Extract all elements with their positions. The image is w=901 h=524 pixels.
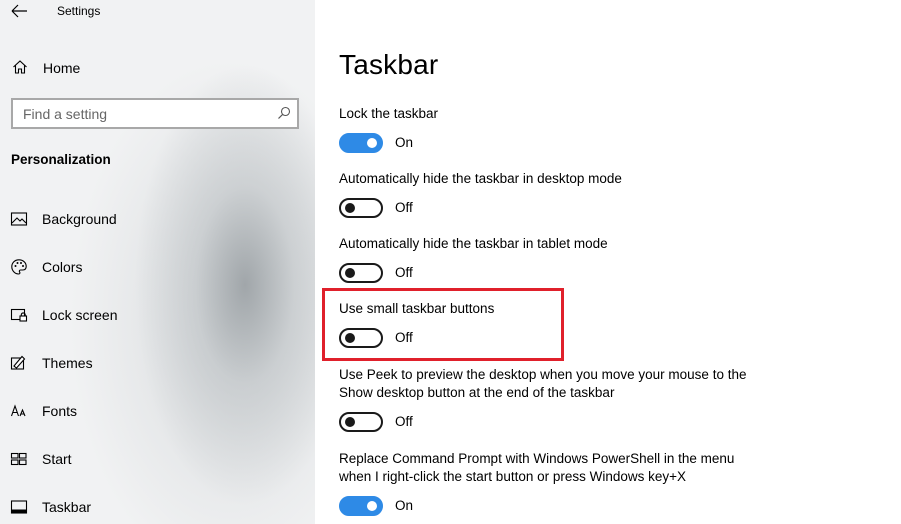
setting-powershell: Replace Command Prompt with Windows Powe… bbox=[339, 450, 779, 516]
autohide-tablet-toggle[interactable]: Off bbox=[339, 263, 539, 283]
sidebar-item-label: Start bbox=[42, 451, 72, 467]
toggle-state-label: Off bbox=[395, 414, 413, 429]
setting-label: Lock the taskbar bbox=[339, 106, 439, 121]
sidebar-item-colors[interactable]: Colors bbox=[0, 254, 315, 280]
back-button[interactable] bbox=[10, 3, 30, 19]
app-title: Settings bbox=[57, 4, 101, 18]
toggle-knob bbox=[367, 138, 377, 148]
page-title: Taskbar bbox=[339, 49, 439, 80]
sidebar-item-label: Fonts bbox=[42, 403, 78, 419]
highlight-box bbox=[322, 288, 564, 361]
toggle-knob bbox=[345, 333, 355, 343]
taskbar-icon bbox=[10, 498, 28, 516]
toggle-switch[interactable] bbox=[339, 328, 383, 348]
toggle-state-label: On bbox=[395, 498, 414, 513]
sidebar-item-label: Colors bbox=[42, 259, 83, 275]
toggle-state-label: Off bbox=[395, 330, 413, 345]
lock-taskbar-toggle[interactable]: On bbox=[339, 133, 539, 153]
toggle-knob bbox=[345, 417, 355, 427]
toggle-state-label: Off bbox=[395, 265, 413, 280]
setting-label: Automatically hide the taskbar in deskto… bbox=[339, 171, 622, 186]
nav-home[interactable]: Home bbox=[0, 56, 315, 80]
search-box bbox=[11, 98, 299, 129]
setting-autohide-tablet: Automatically hide the taskbar in tablet… bbox=[339, 235, 779, 283]
themes-icon bbox=[10, 354, 28, 372]
toggle-state-label: On bbox=[395, 135, 414, 150]
toggle-switch[interactable] bbox=[339, 133, 383, 153]
toggle-knob bbox=[345, 268, 355, 278]
home-label: Home bbox=[43, 60, 81, 76]
lock-screen-icon bbox=[10, 306, 28, 324]
toggle-state-label: Off bbox=[395, 200, 413, 215]
search-input[interactable] bbox=[13, 100, 269, 127]
setting-label-line2: when I right-click the start button or p… bbox=[339, 469, 687, 484]
sidebar-item-lock-screen[interactable]: Lock screen bbox=[0, 302, 315, 328]
sidebar-item-start[interactable]: Start bbox=[0, 446, 315, 472]
sidebar-item-themes[interactable]: Themes bbox=[0, 350, 315, 376]
peek-toggle[interactable]: Off bbox=[339, 412, 539, 432]
sidebar: Settings Home Personalization Background bbox=[0, 0, 315, 524]
main-content: Taskbar Lock the taskbar On Automaticall… bbox=[315, 0, 901, 524]
sidebar-item-label: Lock screen bbox=[42, 307, 118, 323]
sidebar-item-taskbar[interactable]: Taskbar bbox=[0, 494, 315, 520]
setting-label-line2: Show desktop button at the end of the ta… bbox=[339, 385, 615, 400]
sidebar-item-label: Background bbox=[42, 211, 117, 227]
back-arrow-icon bbox=[11, 4, 27, 18]
autohide-desktop-toggle[interactable]: Off bbox=[339, 198, 539, 218]
setting-autohide-desktop: Automatically hide the taskbar in deskto… bbox=[339, 170, 779, 218]
toggle-switch[interactable] bbox=[339, 496, 383, 516]
setting-small-buttons: Use small taskbar buttons Off bbox=[339, 300, 779, 348]
start-icon bbox=[10, 450, 28, 468]
setting-label-line1: Use Peek to preview the desktop when you… bbox=[339, 367, 747, 382]
toggle-knob bbox=[367, 501, 377, 511]
toggle-knob bbox=[345, 203, 355, 213]
sidebar-item-background[interactable]: Background bbox=[0, 206, 315, 232]
small-buttons-toggle[interactable]: Off bbox=[339, 328, 539, 348]
toggle-switch[interactable] bbox=[339, 263, 383, 283]
setting-peek: Use Peek to preview the desktop when you… bbox=[339, 366, 779, 432]
setting-label-line1: Replace Command Prompt with Windows Powe… bbox=[339, 451, 735, 466]
search-icon[interactable] bbox=[277, 106, 291, 120]
sidebar-item-label: Taskbar bbox=[42, 499, 92, 515]
setting-lock-taskbar: Lock the taskbar On bbox=[339, 105, 779, 153]
toggle-switch[interactable] bbox=[339, 412, 383, 432]
home-icon bbox=[12, 59, 28, 75]
sidebar-item-label: Themes bbox=[42, 355, 93, 371]
fonts-icon bbox=[10, 402, 28, 420]
sidebar-item-fonts[interactable]: Fonts bbox=[0, 398, 315, 424]
image-icon bbox=[10, 210, 28, 228]
section-title: Personalization bbox=[11, 152, 111, 167]
palette-icon bbox=[10, 258, 28, 276]
powershell-toggle[interactable]: On bbox=[339, 496, 539, 516]
setting-label: Use small taskbar buttons bbox=[339, 301, 495, 316]
setting-label: Automatically hide the taskbar in tablet… bbox=[339, 236, 608, 251]
title-bar: Settings bbox=[0, 0, 315, 24]
toggle-switch[interactable] bbox=[339, 198, 383, 218]
